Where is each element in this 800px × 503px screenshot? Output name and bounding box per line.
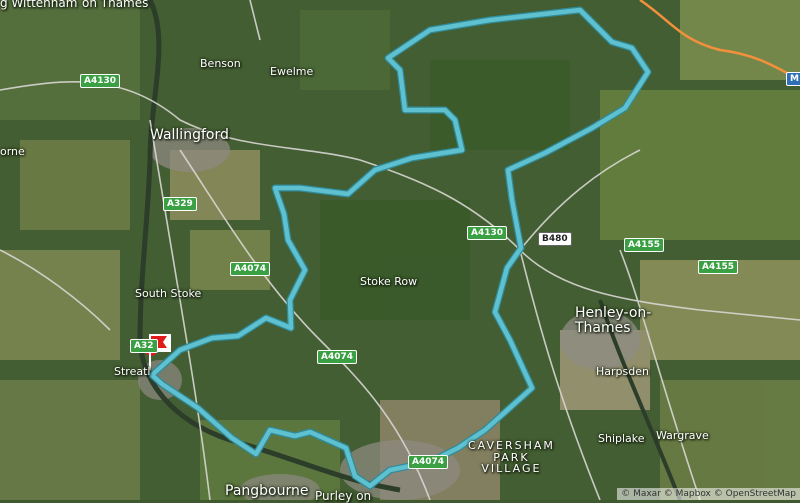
- place-label-pangbourne: Pangbourne: [225, 483, 309, 499]
- place-label-shiplake: Shiplake: [598, 432, 645, 445]
- place-label-south-stoke: South Stoke: [135, 287, 202, 300]
- road-shield-a4130-east: A4130: [467, 226, 508, 240]
- road-shield-a4155-east: A4155: [698, 260, 739, 274]
- road-shield-a4074-north: A4074: [230, 262, 271, 276]
- place-label-borne: orne: [0, 145, 25, 158]
- place-label-on-thames: on Thames: [82, 0, 149, 10]
- map-attribution[interactable]: © Maxar © Mapbox © OpenStreetMap: [617, 488, 800, 500]
- place-label-wargrave: Wargrave: [656, 429, 709, 442]
- road-shield-b480: B480: [538, 232, 572, 246]
- place-label-wittenham: g Wittenham: [0, 0, 78, 10]
- place-label-purley: Purley on: [315, 489, 372, 503]
- road-shield-a4074-bottom: A4074: [408, 455, 449, 469]
- road-shield-a32: A32: [130, 339, 158, 353]
- place-label-henley: Henley-on- Thames: [575, 305, 652, 336]
- road-shield-a4130-west: A4130: [80, 74, 121, 88]
- place-label-caversham-park-village: CAVERSHAM PARK VILLAGE: [468, 439, 555, 476]
- road-shield-motorway: M: [786, 72, 800, 86]
- road-shield-a4074-south: A4074: [317, 350, 358, 364]
- road-shield-a329: A329: [163, 197, 197, 211]
- place-label-ewelme: Ewelme: [270, 65, 314, 78]
- place-label-streatley: Streatl: [114, 365, 151, 378]
- place-label-wallingford: Wallingford: [150, 127, 229, 143]
- road-shield-a4155-north: A4155: [624, 238, 665, 252]
- place-label-benson: Benson: [200, 57, 241, 70]
- place-label-harpsden: Harpsden: [596, 365, 649, 378]
- place-label-stoke-row: Stoke Row: [360, 275, 418, 288]
